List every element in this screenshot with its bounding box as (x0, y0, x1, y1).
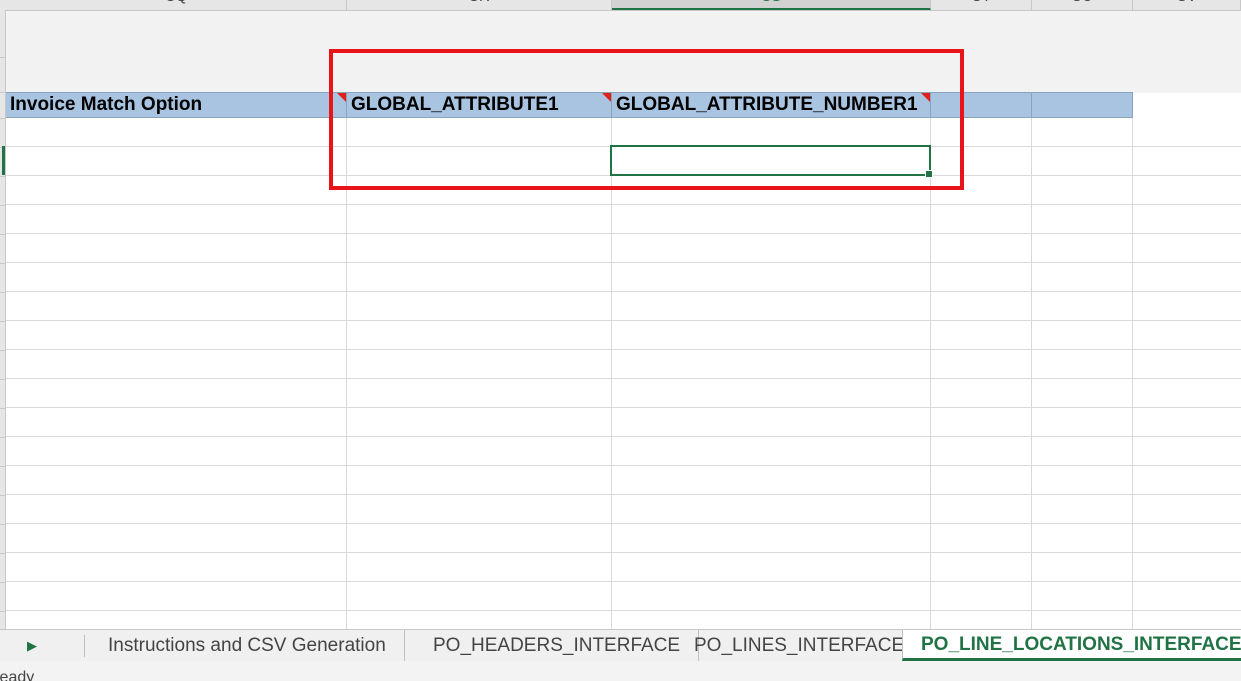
status-text: Ready (0, 669, 35, 681)
column-header-cr[interactable]: CR (347, 0, 612, 10)
tab-instructions-and-csv-generation[interactable]: Instructions and CSV Generation (90, 630, 405, 661)
sheet-tab-bar: ▶ Instructions and CSV Generation PO_HEA… (0, 629, 1241, 662)
status-bar: Ready (0, 661, 1241, 681)
header-cell-label: GLOBAL_ATTRIBUTE1 (351, 94, 559, 115)
column-header-cq[interactable]: CQ (6, 0, 347, 10)
column-header-ct[interactable]: CT (931, 0, 1032, 10)
scroll-tabs-right-button[interactable]: ▶ (12, 630, 52, 662)
comment-indicator-icon (602, 93, 611, 102)
column-header-label: CR (468, 0, 490, 5)
tab-po-line-locations-interface[interactable]: PO_LINE_LOCATIONS_INTERFACE (902, 630, 1241, 661)
column-header-label: CT (971, 0, 991, 5)
tab-po-lines-interface[interactable]: PO_LINES_INTERFACE (676, 630, 924, 661)
column-header-cu[interactable]: CU (1032, 0, 1133, 10)
column-header-label: CQ (165, 0, 188, 5)
tab-po-headers-interface[interactable]: PO_HEADERS_INTERFACE (415, 630, 700, 661)
column-header-cs[interactable]: CS (612, 0, 931, 10)
tab-separator (84, 635, 85, 657)
column-header-bar: CQ CR CS CT CU CV (0, 0, 1241, 11)
fill-handle[interactable] (925, 170, 933, 178)
header-cell-empty[interactable] (931, 92, 1032, 118)
triangle-right-icon: ▶ (27, 638, 37, 653)
header-cell-empty[interactable] (1032, 92, 1133, 118)
header-cell-label: GLOBAL_ATTRIBUTE_NUMBER1 (616, 94, 918, 115)
comment-indicator-icon (921, 93, 930, 102)
comment-indicator-icon (337, 93, 346, 102)
header-cell-global-attribute-number1[interactable]: GLOBAL_ATTRIBUTE_NUMBER1 (612, 92, 931, 118)
empty-header-row[interactable] (6, 11, 1241, 93)
column-header-cv[interactable]: CV (1133, 0, 1241, 10)
header-cell-invoice-match-option[interactable]: Invoice Match Option (6, 92, 347, 118)
column-header-label: CS (761, 0, 782, 5)
column-header-label: CU (1071, 0, 1093, 5)
column-header-label: CV (1176, 0, 1197, 5)
header-cell-label: Invoice Match Option (10, 94, 203, 115)
cell-grid[interactable] (6, 118, 1241, 629)
active-row-indicator (2, 146, 5, 175)
header-row: Invoice Match Option GLOBAL_ATTRIBUTE1 G… (6, 92, 1233, 118)
header-cell-global-attribute1[interactable]: GLOBAL_ATTRIBUTE1 (347, 92, 612, 118)
selected-cell[interactable] (610, 145, 933, 178)
